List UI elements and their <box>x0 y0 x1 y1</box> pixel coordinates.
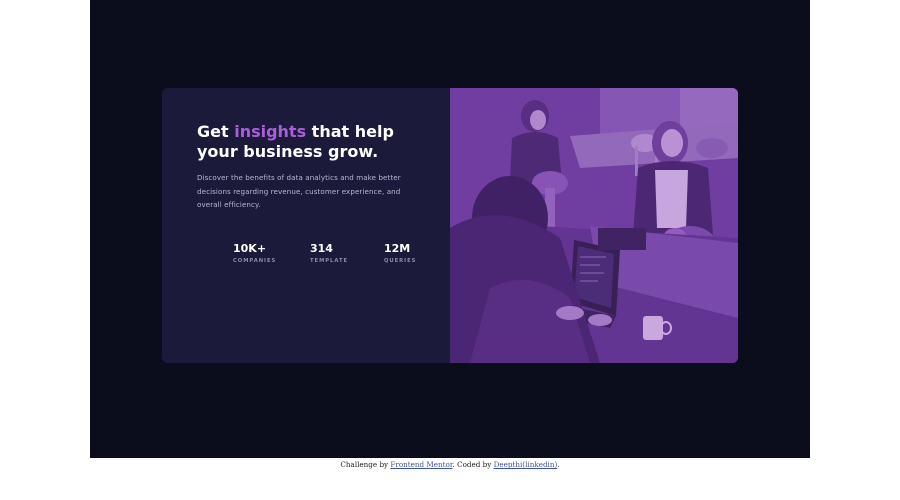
headline: Get insights that help your business gro… <box>197 122 437 162</box>
office-photo <box>450 88 738 363</box>
headline-start: Get <box>197 122 235 141</box>
stat-templates: 314 TEMPLATE <box>310 242 348 264</box>
headline-accent: insights <box>234 122 307 141</box>
frontend-mentor-link[interactable]: Frontend Mentor <box>390 460 452 469</box>
stats-row: 10K+ COMPANIES 314 TEMPLATE 12M QUERIES <box>215 242 435 272</box>
stats-preview-card: Get insights that help your business gro… <box>162 88 738 363</box>
office-photo-illustration <box>450 88 738 363</box>
stat-value: 12M <box>384 242 411 255</box>
attribution-suffix: . <box>557 460 560 469</box>
attribution-prefix: Challenge by <box>340 460 391 469</box>
page-background: Get insights that help your business gro… <box>90 0 810 458</box>
attribution-middle: . Coded by <box>452 460 494 469</box>
stat-queries: 12M QUERIES <box>384 242 416 264</box>
card-content: Get insights that help your business gro… <box>162 88 450 363</box>
stat-label: QUERIES <box>384 258 417 264</box>
stat-value: 10K+ <box>233 242 267 255</box>
stat-value: 314 <box>310 242 333 255</box>
stat-label: TEMPLATE <box>310 258 349 264</box>
stat-companies: 10K+ COMPANIES <box>233 242 276 264</box>
author-link[interactable]: Deepthi(linkedin) <box>494 460 558 469</box>
attribution: Challenge by Frontend Mentor. Coded by D… <box>0 459 900 471</box>
stat-label: COMPANIES <box>233 258 277 264</box>
description: Discover the benefits of data analytics … <box>197 173 401 209</box>
